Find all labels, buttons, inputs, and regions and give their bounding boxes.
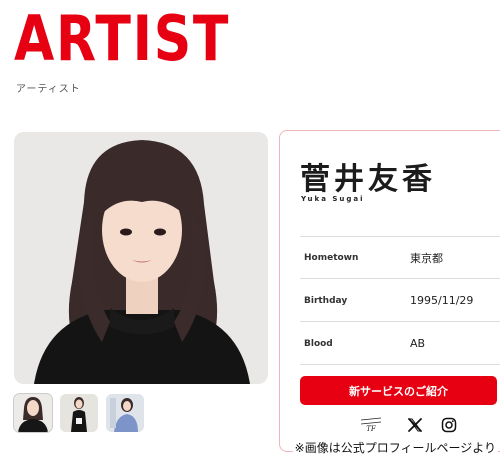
artist-photo: [14, 132, 268, 384]
instagram-icon[interactable]: [438, 414, 460, 436]
detail-value: 1995/11/29: [410, 294, 474, 307]
brand-logo-icon[interactable]: TF: [359, 414, 383, 436]
detail-label: Hometown: [304, 252, 359, 263]
new-service-button[interactable]: 新サービスのご紹介: [300, 376, 497, 405]
detail-value: 東京都: [410, 251, 443, 265]
image-source-caption: ※画像は公式プロフィールページより: [292, 439, 498, 456]
page-title: ARTIST: [14, 2, 231, 75]
gallery-thumbnails: [13, 393, 144, 433]
gallery-thumbnail[interactable]: [13, 393, 53, 433]
detail-value: AB: [410, 337, 426, 350]
detail-label: Birthday: [304, 295, 348, 306]
gallery-thumbnail[interactable]: [60, 394, 98, 432]
detail-label: Blood: [304, 338, 333, 349]
profile-details: Hometown 東京都 Birthday 1995/11/29 Blood A…: [300, 236, 500, 365]
page-subtitle: アーティスト: [16, 84, 81, 95]
x-icon[interactable]: [404, 414, 426, 436]
detail-row-blood: Blood AB: [300, 322, 500, 365]
artist-romaji-name: Yuka Sugai: [301, 195, 365, 203]
svg-text:TF: TF: [366, 425, 377, 433]
artist-name: 菅井友香: [300, 162, 436, 197]
gallery-thumbnail[interactable]: [106, 394, 144, 432]
detail-row-birthday: Birthday 1995/11/29: [300, 279, 500, 322]
detail-row-hometown: Hometown 東京都: [300, 236, 500, 279]
